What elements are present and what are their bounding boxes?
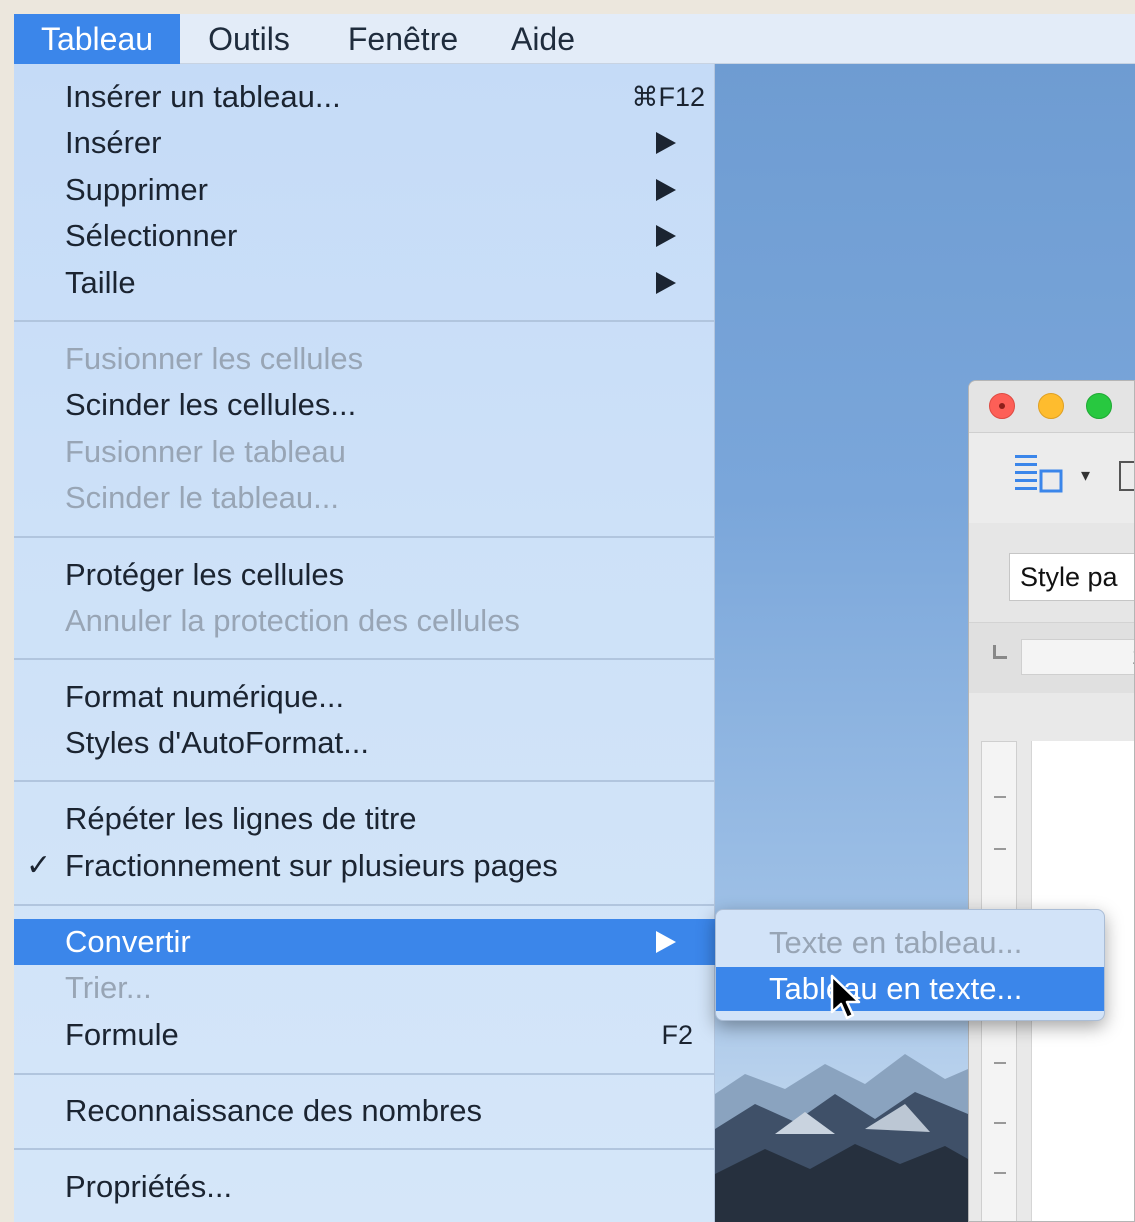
menu-item-styles-autoformat[interactable]: Styles d'AutoFormat...: [14, 720, 715, 766]
menu-item-label: Sélectionner: [65, 218, 238, 253]
submenu-item-tableau-en-texte[interactable]: Tableau en texte...: [716, 967, 1104, 1011]
menu-item-label: Convertir: [65, 924, 191, 959]
dropdown-caret-icon[interactable]: ▾: [1081, 451, 1090, 499]
menu-item-label: Répéter les lignes de titre: [65, 801, 417, 836]
menu-item-label: Insérer un tableau...: [65, 79, 341, 114]
menu-bar: Tableau Outils Fenêtre Aide: [14, 14, 1135, 64]
submenu-arrow-icon: [656, 225, 676, 247]
ruler-tick: [994, 1172, 1006, 1174]
menu-separator: [14, 536, 715, 538]
document-toolbar: ▾: [969, 433, 1134, 523]
tab-stop-icon[interactable]: [993, 645, 1007, 659]
menu-item-label: Taille: [65, 265, 136, 300]
menu-item-convertir[interactable]: Convertir: [14, 919, 715, 965]
window-titlebar: [969, 381, 1134, 433]
submenu-arrow-icon: [656, 272, 676, 294]
paragraph-style-field[interactable]: Style pa: [1009, 553, 1134, 601]
toolbar-box-icon[interactable]: [1119, 461, 1134, 491]
menu-separator: [14, 658, 715, 660]
menubar-item-tableau[interactable]: Tableau: [14, 14, 180, 64]
ruler-tick: [994, 848, 1006, 850]
menu-item-label: Insérer: [65, 125, 162, 160]
submenu-item-label: Texte en tableau...: [769, 925, 1023, 960]
menu-item-fusionner-les-cellules: Fusionner les cellules: [14, 336, 715, 382]
menu-item-shortcut: F2: [661, 1020, 693, 1050]
menu-item-label: Styles d'AutoFormat...: [65, 725, 369, 760]
submenu-arrow-icon: [656, 931, 676, 953]
menu-item-proprietes[interactable]: Propriétés...: [14, 1164, 715, 1210]
menu-item-scinder-le-tableau: Scinder le tableau...: [14, 475, 715, 521]
menu-item-label: Scinder le tableau...: [65, 480, 340, 515]
menu-item-reconnaissance-nombres[interactable]: Reconnaissance des nombres: [14, 1088, 715, 1134]
menu-item-taille[interactable]: Taille: [14, 260, 715, 306]
submenu-item-texte-en-tableau: Texte en tableau...: [716, 921, 1104, 965]
menu-item-format-numerique[interactable]: Format numérique...: [14, 674, 715, 720]
menu-item-label: Scinder les cellules...: [65, 387, 357, 422]
menu-item-fusionner-le-tableau: Fusionner le tableau: [14, 429, 715, 475]
menu-separator: [14, 904, 715, 906]
submenu-arrow-icon: [656, 132, 676, 154]
menu-item-label: Formule: [65, 1017, 179, 1052]
tableau-menu: Insérer un tableau... ⌘F12 Insérer Suppr…: [14, 64, 715, 1222]
sidebar-list-icon[interactable]: [1013, 451, 1065, 499]
menubar-item-outils[interactable]: Outils: [190, 14, 308, 64]
menu-item-label: Protéger les cellules: [65, 557, 345, 592]
menu-item-trier: Trier...: [14, 965, 715, 1011]
ruler-tick: [994, 1062, 1006, 1064]
minimize-window-button[interactable]: [1038, 393, 1064, 419]
submenu-item-label: Tableau en texte...: [769, 971, 1023, 1006]
close-window-button[interactable]: [989, 393, 1015, 419]
menu-item-label: Annuler la protection des cellules: [65, 603, 520, 638]
menu-item-inserer-un-tableau[interactable]: Insérer un tableau... ⌘F12: [14, 74, 715, 120]
convertir-submenu: Texte en tableau... Tableau en texte...: [715, 909, 1105, 1021]
menu-item-inserer[interactable]: Insérer: [14, 120, 715, 166]
menu-item-fractionnement[interactable]: ✓ Fractionnement sur plusieurs pages: [14, 843, 715, 889]
ruler-tick: [994, 796, 1006, 798]
ruler-tick: [994, 1122, 1006, 1124]
menu-item-label: Reconnaissance des nombres: [65, 1093, 483, 1128]
menu-item-label: Propriétés...: [65, 1169, 233, 1204]
submenu-arrow-icon: [656, 179, 676, 201]
menu-item-label: Fusionner les cellules: [65, 341, 364, 376]
menu-item-supprimer[interactable]: Supprimer: [14, 167, 715, 213]
menu-item-formule[interactable]: Formule F2: [14, 1012, 715, 1058]
menu-item-label: Trier...: [65, 970, 152, 1005]
menu-item-annuler-la-protection: Annuler la protection des cellules: [14, 598, 715, 644]
style-bar: Style pa: [969, 523, 1134, 623]
menu-item-shortcut: ⌘F12: [631, 82, 705, 112]
mouse-pointer-icon: [830, 974, 861, 1020]
menu-separator: [14, 1148, 715, 1150]
menubar-item-aide[interactable]: Aide: [498, 14, 588, 64]
menu-item-proteger-les-cellules[interactable]: Protéger les cellules: [14, 552, 715, 598]
menu-item-scinder-les-cellules[interactable]: Scinder les cellules...: [14, 382, 715, 428]
horizontal-ruler[interactable]: 1: [1021, 639, 1134, 675]
document-window: ▾ Style pa 1: [968, 380, 1135, 1222]
menu-item-label: Fusionner le tableau: [65, 434, 346, 469]
menubar-item-fenetre[interactable]: Fenêtre: [332, 14, 474, 64]
menu-item-label: Format numérique...: [65, 679, 345, 714]
menu-item-label: Fractionnement sur plusieurs pages: [65, 848, 558, 883]
menu-item-selectionner[interactable]: Sélectionner: [14, 213, 715, 259]
menu-item-repeter-lignes-titre[interactable]: Répéter les lignes de titre: [14, 796, 715, 842]
desktop-mountains-image: [715, 1054, 968, 1222]
screenshot-frame: ▾ Style pa 1 Tableau Outils: [14, 14, 1135, 1222]
ruler-row: 1: [969, 623, 1134, 693]
menu-separator: [14, 1073, 715, 1075]
menu-separator: [14, 320, 715, 322]
check-mark-icon: ✓: [26, 849, 52, 882]
menu-separator: [14, 780, 715, 782]
zoom-window-button[interactable]: [1086, 393, 1112, 419]
menu-item-label: Supprimer: [65, 172, 208, 207]
